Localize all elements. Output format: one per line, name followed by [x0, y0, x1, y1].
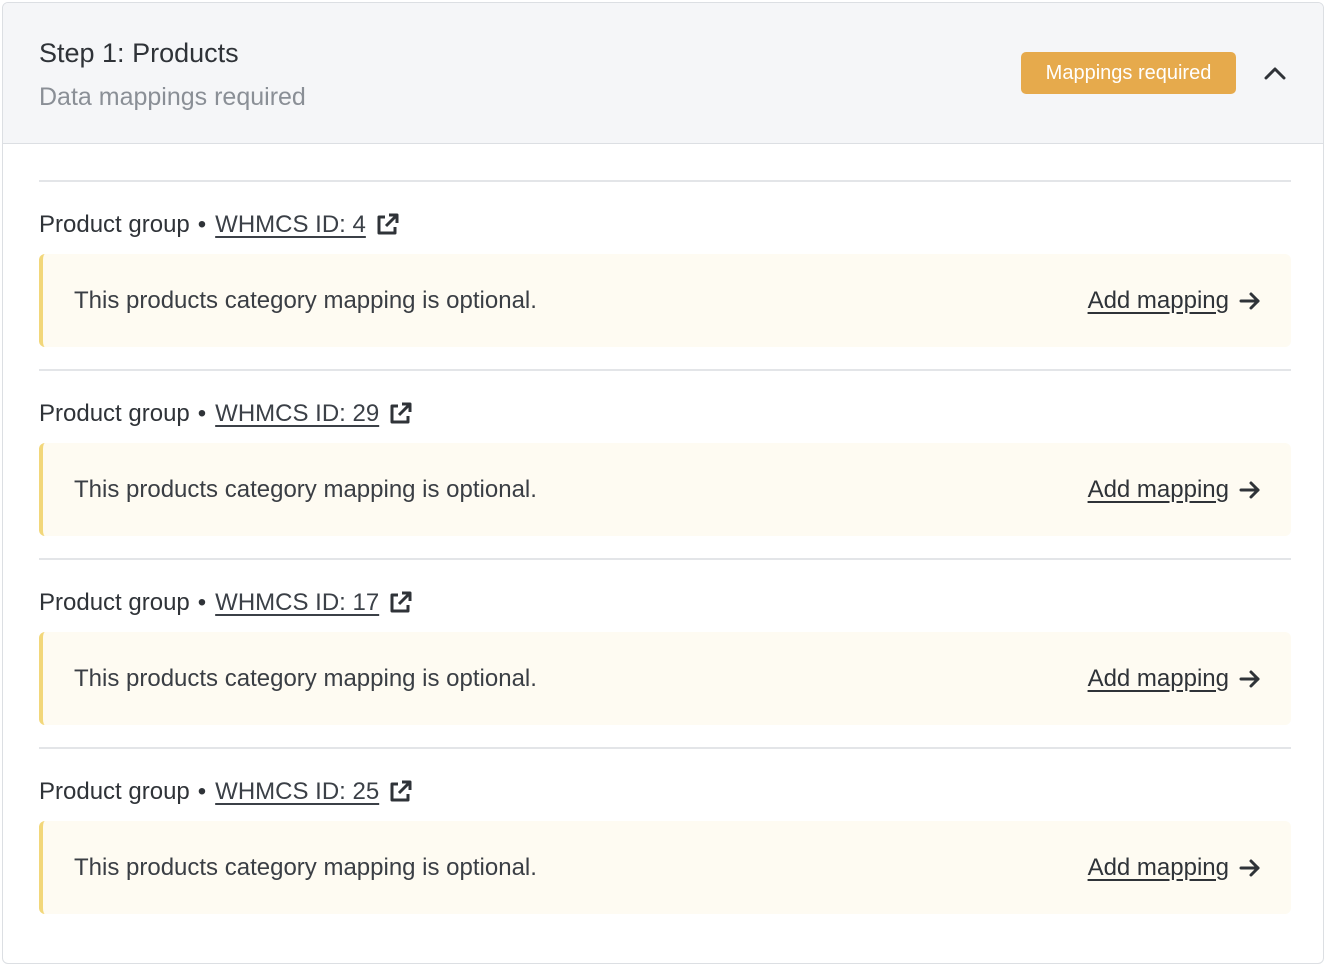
product-group-row: Product group • WHMCS ID: 25 This produc… — [39, 749, 1291, 938]
product-group-label: Product group — [39, 589, 190, 616]
product-group-label: Product group — [39, 211, 190, 238]
step-header[interactable]: Step 1: Products Data mappings required … — [3, 3, 1323, 144]
add-mapping-link[interactable]: Add mapping — [1088, 254, 1261, 347]
notice-text: This products category mapping is option… — [74, 476, 537, 503]
add-mapping-label[interactable]: Add mapping — [1088, 854, 1229, 882]
separator: • — [197, 400, 207, 427]
arrow-right-icon — [1239, 858, 1261, 878]
product-group-title: Product group • WHMCS ID: 25 — [39, 776, 413, 808]
whmcs-id-link[interactable]: WHMCS ID: 4 — [215, 211, 366, 239]
separator: • — [197, 778, 207, 805]
add-mapping-label[interactable]: Add mapping — [1088, 476, 1229, 504]
product-group-row: Product group • WHMCS ID: 29 This produc… — [39, 371, 1291, 560]
notice-text: This products category mapping is option… — [74, 665, 537, 692]
product-group-row: Product group • WHMCS ID: 17 This produc… — [39, 560, 1291, 749]
optional-mapping-notice: This products category mapping is option… — [39, 443, 1291, 536]
collapse-button[interactable] — [1259, 59, 1291, 91]
external-link-icon[interactable] — [387, 779, 413, 805]
arrow-right-icon — [1239, 669, 1261, 689]
step-title: Step 1: Products — [39, 38, 239, 68]
product-group-title: Product group • WHMCS ID: 4 — [39, 209, 400, 241]
add-mapping-link[interactable]: Add mapping — [1088, 632, 1261, 725]
separator: • — [197, 211, 207, 238]
product-group-title: Product group • WHMCS ID: 17 — [39, 587, 413, 619]
whmcs-id-link[interactable]: WHMCS ID: 25 — [215, 778, 379, 806]
product-group-label: Product group — [39, 778, 190, 805]
external-link-icon[interactable] — [387, 401, 413, 427]
optional-mapping-notice: This products category mapping is option… — [39, 821, 1291, 914]
optional-mapping-notice: This products category mapping is option… — [39, 254, 1291, 347]
whmcs-id-link[interactable]: WHMCS ID: 17 — [215, 589, 379, 617]
product-group-label: Product group — [39, 400, 190, 427]
product-group-row: Product group • WHMCS ID: 4 This product… — [39, 182, 1291, 371]
add-mapping-link[interactable]: Add mapping — [1088, 443, 1261, 536]
step-subtitle: Data mappings required — [39, 83, 306, 111]
notice-text: This products category mapping is option… — [74, 854, 537, 881]
add-mapping-link[interactable]: Add mapping — [1088, 821, 1261, 914]
external-link-icon[interactable] — [374, 212, 400, 238]
arrow-right-icon — [1239, 480, 1261, 500]
optional-mapping-notice: This products category mapping is option… — [39, 632, 1291, 725]
external-link-icon[interactable] — [387, 590, 413, 616]
notice-text: This products category mapping is option… — [74, 287, 537, 314]
product-group-title: Product group • WHMCS ID: 29 — [39, 398, 413, 430]
arrow-right-icon — [1239, 291, 1261, 311]
status-badge: Mappings required — [1021, 52, 1236, 94]
whmcs-id-link[interactable]: WHMCS ID: 29 — [215, 400, 379, 428]
add-mapping-label[interactable]: Add mapping — [1088, 665, 1229, 693]
step-panel: Step 1: Products Data mappings required … — [2, 2, 1324, 964]
add-mapping-label[interactable]: Add mapping — [1088, 287, 1229, 315]
separator: • — [197, 589, 207, 616]
chevron-up-icon — [1263, 65, 1287, 86]
